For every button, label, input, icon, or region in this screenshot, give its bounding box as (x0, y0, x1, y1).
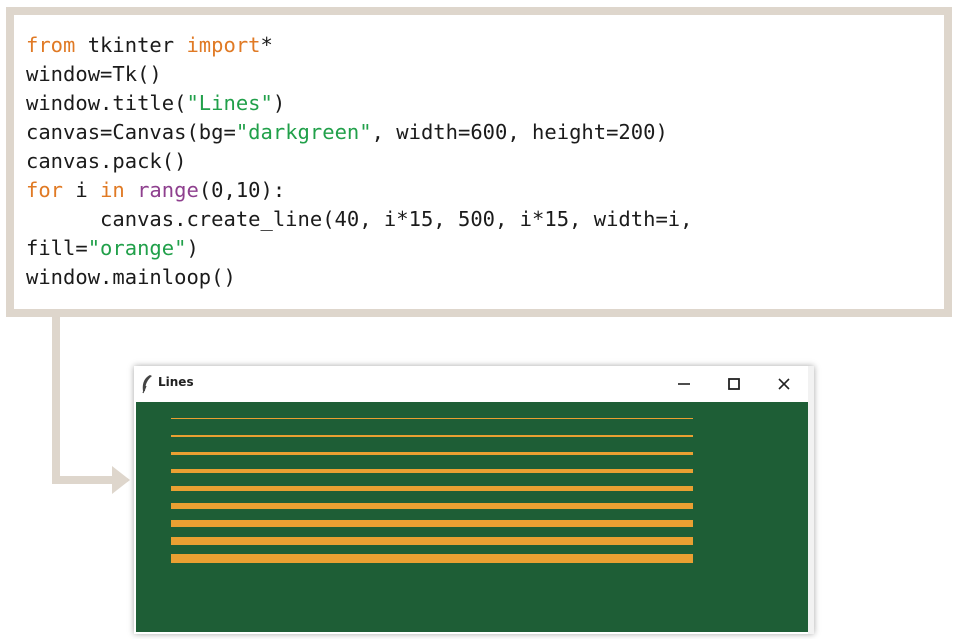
code-token: window=Tk() (26, 62, 162, 86)
code-line: canvas.create_line(40, i*15, 500, i*15, … (26, 205, 692, 234)
code-line: from tkinter import* (26, 31, 692, 60)
window-titlebar[interactable]: Lines (134, 366, 814, 402)
code-token-kw: in (100, 178, 125, 202)
canvas-lines (171, 418, 693, 563)
tk-canvas (136, 402, 808, 632)
tk-window: Lines (134, 366, 814, 634)
code-line: for i in range(0,10): (26, 176, 692, 205)
code-block: from tkinter import* window=Tk() window.ti… (26, 31, 692, 292)
figure: from tkinter import* window=Tk() window.ti… (0, 0, 958, 639)
window-title: Lines (158, 375, 194, 389)
close-button[interactable] (764, 370, 804, 398)
maximize-icon (728, 378, 740, 390)
code-token: (0,10): (198, 178, 286, 202)
minimize-icon (678, 383, 690, 385)
code-token: canvas.pack() (26, 149, 187, 173)
minimize-button[interactable] (664, 370, 704, 398)
code-token: canvas=Canvas(bg= (26, 120, 236, 144)
code-token-kw: for (26, 178, 64, 202)
code-token: i (63, 178, 101, 202)
code-token: window.title( (26, 91, 187, 115)
connector-line (52, 309, 60, 484)
code-token: ) (272, 91, 286, 115)
code-token: fill= (26, 236, 88, 260)
code-token-fn: range (137, 178, 199, 202)
code-token-kw: from (26, 33, 76, 57)
code-line: fill="orange") (26, 234, 692, 263)
code-line: window.title("Lines") (26, 89, 692, 118)
code-token: tkinter (75, 33, 187, 57)
code-token: ) (186, 236, 199, 260)
connector-line (52, 476, 114, 484)
code-line: window.mainloop() (26, 263, 692, 292)
code-line: window=Tk() (26, 60, 692, 89)
close-icon (778, 378, 790, 390)
code-line: canvas.pack() (26, 147, 692, 176)
code-token-str: "Lines" (186, 91, 273, 115)
code-token: canvas.create_line(40, i*15, 500, i*15, … (26, 207, 693, 231)
code-token: , width=600, height=200) (371, 120, 668, 144)
code-panel: from tkinter import* window=Tk() window.ti… (6, 7, 952, 317)
code-token: * (260, 33, 273, 57)
code-token-str: "orange" (87, 236, 187, 260)
connector-arrow (112, 466, 130, 494)
feather-icon (140, 374, 154, 394)
code-line: canvas=Canvas(bg="darkgreen", width=600,… (26, 118, 692, 147)
code-token: window.mainloop() (26, 265, 236, 289)
maximize-button[interactable] (714, 370, 754, 398)
window-border (808, 366, 814, 634)
code-token-kw: import (186, 33, 261, 57)
code-token-str: "darkgreen" (235, 120, 372, 144)
